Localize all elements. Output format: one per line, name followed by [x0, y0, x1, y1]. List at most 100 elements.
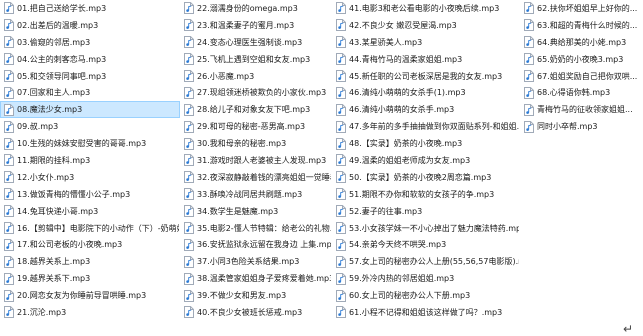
file-item[interactable]: 21.沉沦.mp3 [0, 304, 180, 321]
file-item[interactable]: 17.和公司老板的小夜晚.mp3 [0, 236, 180, 253]
file-item[interactable]: 41.电影3和老公看电影的小夜晚后续.mp3 [332, 0, 520, 17]
audio-file-icon [4, 154, 14, 167]
file-name: 27.现组领迷桥被欺负的小家伙.mp3 [197, 88, 327, 98]
file-item-selected[interactable]: 08.魔法少女.mp3 [0, 101, 180, 119]
file-item[interactable]: 62.扶你坏姐姐早上好你的... [520, 0, 643, 17]
file-name: 32.夜深寂静敲着钱的漂亮姐姐一觉睡着.mp3 [197, 172, 331, 182]
file-item[interactable]: 67.姐姐奖励自己把你双哄... [520, 68, 643, 85]
file-name: 14.兔耳快递小哥.mp3 [17, 206, 99, 216]
file-item[interactable]: 31.游戏时跟人老婆被主人发现.mp3 [180, 152, 332, 169]
file-item[interactable]: 11.期限的挂科.mp3 [0, 152, 180, 169]
file-item[interactable]: 35.电影2-懂人节特辑：给老公的礼物.mp3 [180, 220, 332, 237]
file-item[interactable]: 52.妻子的往事.mp3 [332, 203, 520, 220]
file-name: 02.出差后的温暖.mp3 [17, 20, 99, 30]
file-item[interactable]: 青梅竹马的征收领家姐姐... [520, 101, 643, 118]
file-name: 41.电影3和老公看电影的小夜晚后续.mp3 [349, 3, 500, 13]
file-item[interactable]: 22.溺濡身份的omega.mp3 [180, 0, 332, 17]
file-item[interactable]: 48.【实录】奶茶的小夜晚.mp3 [332, 135, 520, 152]
audio-file-icon [4, 19, 14, 32]
file-column-3: 41.电影3和老公看电影的小夜晚后续.mp3 42.不良少女 嫩忍受屋渴.mp3 4… [332, 0, 520, 328]
file-item[interactable]: 26.小恶魔.mp3 [180, 68, 332, 85]
file-name: 37.小同3色险关系结果.mp3 [197, 257, 300, 267]
file-item[interactable]: 51.期限不办你和软软的女孩子的争.mp3 [332, 186, 520, 203]
file-name: 60.女上司的秘密办公人下册.mp3 [349, 291, 471, 301]
file-item[interactable]: 07.回家和主人.mp3 [0, 84, 180, 101]
file-item[interactable]: 63.和超的青梅什么时候的... [520, 17, 643, 34]
file-item[interactable]: 12.小女仆.mp3 [0, 169, 180, 186]
file-name: 47.多年前的多手抽抽做到你双面贴系列-和姐姐.mp3 [349, 122, 519, 132]
file-name: 28.给儿子和对象女友下吧.mp3 [197, 105, 311, 115]
audio-file-icon [184, 171, 194, 184]
file-item[interactable]: 53.小女孩学妹一不小心掉出了魅力魔法特药.mp3 [332, 220, 520, 237]
file-name: 30.我和母亲的秘密.mp3 [197, 139, 287, 149]
file-item[interactable]: 04.公主的刺客恋马.mp3 [0, 51, 180, 68]
file-item[interactable]: 28.给儿子和对象女友下吧.mp3 [180, 101, 332, 118]
file-item[interactable]: 54.亲弟今天终不哄哭.mp3 [332, 236, 520, 253]
audio-file-icon [336, 171, 346, 184]
audio-file-icon [336, 205, 346, 218]
file-item[interactable]: 42.不良少女 嫩忍受屋渴.mp3 [332, 17, 520, 34]
file-item[interactable]: 59.外冷内热的邻居姐姐.mp3 [332, 270, 520, 287]
audio-file-icon [4, 2, 14, 15]
file-item[interactable]: 43.某星骄美人.mp3 [332, 34, 520, 51]
file-item[interactable]: 19.越界关系下.mp3 [0, 270, 180, 287]
file-item[interactable]: 46.清纯小萌萌的女杀手(1).mp3 [332, 84, 520, 101]
file-item[interactable]: 68.心得语你韩.mp3 [520, 84, 643, 101]
file-item[interactable]: 10.生残的妹妹安慰受害的哥哥.mp3 [0, 135, 180, 152]
file-item[interactable]: 32.夜深寂静敲着钱的漂亮姐姐一觉睡着.mp3 [180, 169, 332, 186]
file-item[interactable]: 36.安抚监狱永远留在我身边 上集.mp3 [180, 236, 332, 253]
file-item[interactable]: 13.做饭青梅的懵懂小公子.mp3 [0, 186, 180, 203]
audio-file-icon [336, 36, 346, 49]
file-name: 26.小恶魔.mp3 [197, 71, 255, 81]
audio-file-icon [524, 103, 534, 116]
file-item[interactable]: 61.小程不记得和姐姐该这样做了吗？.mp3 [332, 304, 520, 321]
file-item[interactable]: 50.【实录】奶茶的小夜晚2周恋篇.mp3 [332, 169, 520, 186]
file-item[interactable]: 24.变态心理医生强制谈.mp3 [180, 34, 332, 51]
file-item[interactable]: 46.清纯小萌萌的女杀手.mp3 [332, 101, 520, 118]
file-item[interactable]: 65.奶奶的小夜晚3.mp3 [520, 51, 643, 68]
file-item[interactable]: 34.数学生是魅魔.mp3 [180, 203, 332, 220]
file-item[interactable]: 49.温柔的姐姐老师成为女友.mp3 [332, 152, 520, 169]
file-item[interactable]: 01.把自己送给学长.mp3 [0, 0, 180, 17]
file-item[interactable]: 03.偷窥的邻居.mp3 [0, 34, 180, 51]
file-item[interactable]: 44.青梅竹马的温柔家姐姐.mp3 [332, 51, 520, 68]
file-name: 10.生残的妹妹安慰受害的哥哥.mp3 [17, 139, 147, 149]
file-name: 59.外冷内热的邻居姐姐.mp3 [349, 274, 455, 284]
file-item[interactable]: 47.多年前的多手抽抽做到你双面贴系列-和姐姐.mp3 [332, 118, 520, 135]
file-item[interactable]: 05.和交领导同事吧.mp3 [0, 68, 180, 85]
audio-file-icon [184, 86, 194, 99]
file-item[interactable]: 30.我和母亲的秘密.mp3 [180, 135, 332, 152]
file-name: 01.把自己送给学长.mp3 [17, 3, 107, 13]
audio-file-icon [524, 36, 534, 49]
audio-file-icon [336, 137, 346, 150]
audio-file-icon [336, 272, 346, 285]
file-name: 21.沉沦.mp3 [17, 307, 67, 317]
file-item[interactable]: 37.小同3色险关系结果.mp3 [180, 253, 332, 270]
file-item[interactable]: 40.不良少女被班长惩戒.mp3 [180, 304, 332, 321]
file-item[interactable]: 20.网恋女友为你睡前导冒哄睡.mp3 [0, 287, 180, 304]
file-item[interactable]: 45.新任职的公司老板深居是我的女友.mp3 [332, 68, 520, 85]
audio-file-icon [524, 19, 534, 32]
file-item[interactable]: 64.典给那美的小姥.mp3 [520, 34, 643, 51]
file-item[interactable]: 23.和温柔妻子的蜜月.mp3 [180, 17, 332, 34]
file-item[interactable]: 16.【剪辑中】电影院下的小动作（下）-奶萌姐姐.mp3 [0, 220, 180, 237]
file-item[interactable]: 09.叔.mp3 [0, 118, 180, 135]
file-name: 44.青梅竹马的温柔家姐姐.mp3 [349, 54, 463, 64]
file-item[interactable]: 60.女上司的秘密办公人下册.mp3 [332, 287, 520, 304]
file-item[interactable]: 33.酥唤冷战同居共刷题.mp3 [180, 186, 332, 203]
file-list[interactable]: 01.把自己送给学长.mp3 02.出差后的温暖.mp3 03.偷窥的邻居.mp3 0… [0, 0, 643, 328]
file-item[interactable]: 同时小卒帮.mp3 [520, 118, 643, 135]
file-item[interactable]: 02.出差后的温暖.mp3 [0, 17, 180, 34]
audio-file-icon [336, 53, 346, 66]
file-item[interactable]: 18.越界关系上.mp3 [0, 253, 180, 270]
file-item[interactable]: 25.飞机上遇到空姐和女友.mp3 [180, 51, 332, 68]
audio-file-icon [4, 188, 14, 201]
file-item[interactable]: 38.温柔管家姐姐身子爱疼爱着她.mp3 [180, 270, 332, 287]
file-item[interactable]: 14.兔耳快递小哥.mp3 [0, 203, 180, 220]
file-name: 36.安抚监狱永远留在我身边 上集.mp3 [197, 240, 331, 250]
file-name: 31.游戏时跟人老婆被主人发现.mp3 [197, 155, 327, 165]
file-item[interactable]: 57.女上司的秘密办公人上册(55,56,57电影版).mp3 [332, 253, 520, 270]
file-item[interactable]: 29.和可母的秘密-恶男高.mp3 [180, 118, 332, 135]
file-item[interactable]: 27.现组领迷桥被欺负的小家伙.mp3 [180, 84, 332, 101]
file-item[interactable]: 39.不做少女和男友.mp3 [180, 287, 332, 304]
